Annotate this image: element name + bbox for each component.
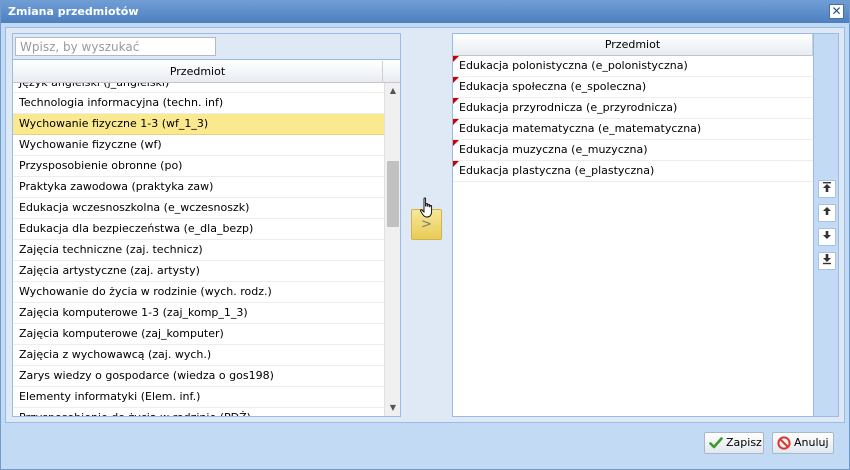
list-item[interactable]: Praktyka zawodowa (praktyka zaw)	[13, 177, 384, 198]
move-top-icon	[823, 182, 831, 192]
assigned-list-item-label: Edukacja polonistyczna (e_polonistyczna)	[459, 59, 688, 72]
move-up-icon	[823, 207, 831, 215]
scroll-down-arrow-icon[interactable]: ▼	[385, 400, 401, 416]
list-item[interactable]: Przysposobienie do życia w rodzinie (PDŻ…	[13, 408, 384, 416]
list-item-label: Edukacja dla bezpieczeństwa (e_dla_bezp)	[19, 222, 254, 235]
assigned-subjects-list: Edukacja polonistyczna (e_polonistyczna)…	[453, 56, 813, 182]
assigned-list-item-label: Edukacja społeczna (e_spoleczna)	[459, 80, 647, 93]
search-toolbar	[13, 34, 400, 60]
modified-marker-icon	[453, 98, 459, 104]
available-subjects-panel: Przedmiot Język angielski (j_angielski) …	[12, 33, 401, 417]
list-item-label: Praktyka zawodowa (praktyka zaw)	[19, 180, 214, 193]
list-item[interactable]: Zajęcia techniczne (zaj. technicz)	[13, 240, 384, 261]
move-up-button[interactable]	[818, 204, 836, 222]
assigned-subjects-panel: Przedmiot Edukacja polonistyczna (e_polo…	[452, 33, 839, 417]
list-item[interactable]: Język angielski (j_angielski)	[13, 83, 384, 93]
list-item[interactable]: Zarys wiedzy o gospodarce (wiedza o gos1…	[13, 366, 384, 387]
move-down-icon	[823, 231, 831, 239]
list-item-label: Zajęcia techniczne (zaj. technicz)	[19, 243, 203, 256]
list-item[interactable]: Przysposobienie obronne (po)	[13, 156, 384, 177]
assigned-list-item[interactable]: Edukacja polonistyczna (e_polonistyczna)	[453, 56, 813, 77]
cancel-button[interactable]: Anuluj	[772, 432, 834, 454]
list-item[interactable]: Zajęcia komputerowe (zaj_komputer)	[13, 324, 384, 345]
assigned-list-item[interactable]: Edukacja muzyczna (e_muzyczna)	[453, 140, 813, 161]
dialog-body: Przedmiot Język angielski (j_angielski) …	[5, 27, 845, 423]
assigned-subjects-header[interactable]: Przedmiot	[453, 34, 813, 56]
move-down-button[interactable]	[818, 228, 836, 246]
list-item-label: Zajęcia komputerowe 1-3 (zaj_komp_1_3)	[19, 306, 248, 319]
list-item[interactable]: Elementy informatyki (Elem. inf.)	[13, 387, 384, 408]
assigned-list-item-label: Edukacja plastyczna (e_plastyczna)	[459, 164, 655, 177]
dialog-window: Zmiana przedmiotów ✕ Przedmiot Język ang…	[0, 0, 850, 470]
list-item-label: Wychowanie do życia w rodzinie (wych. ro…	[19, 285, 272, 298]
assigned-list-item-label: Edukacja przyrodnicza (e_przyrodnicza)	[459, 101, 678, 114]
list-item-label: Zarys wiedzy o gospodarce (wiedza o gos1…	[19, 369, 274, 382]
list-item-label: Technologia informacyjna (techn. inf)	[19, 96, 224, 109]
move-bottom-button[interactable]	[818, 252, 836, 270]
assigned-list-item[interactable]: Edukacja matematyczna (e_matematyczna)	[453, 119, 813, 140]
close-button[interactable]: ✕	[829, 4, 844, 19]
hand-cursor-icon	[420, 197, 433, 218]
list-item[interactable]: Technologia informacyjna (techn. inf)	[13, 93, 384, 114]
list-item-label: Elementy informatyki (Elem. inf.)	[19, 390, 201, 403]
list-item-label: Zajęcia z wychowawcą (zaj. wych.)	[19, 348, 212, 361]
available-subjects-header[interactable]: Przedmiot	[13, 61, 383, 83]
list-item-label: Wychowanie fizyczne 1-3 (wf_1_3)	[19, 117, 209, 130]
assigned-list-item-label: Edukacja matematyczna (e_matematyczna)	[459, 122, 702, 135]
search-input[interactable]	[15, 37, 216, 56]
order-toolbar	[813, 34, 838, 416]
cancel-icon	[777, 436, 791, 450]
list-item[interactable]: Wychowanie fizyczne (wf)	[13, 135, 384, 156]
save-button[interactable]: Zapisz	[704, 432, 764, 454]
modified-marker-icon	[453, 161, 459, 167]
assigned-list-item[interactable]: Edukacja społeczna (e_spoleczna)	[453, 77, 813, 98]
modified-marker-icon	[453, 56, 459, 62]
move-right-arrow-icon: >	[421, 217, 432, 232]
modified-marker-icon	[453, 77, 459, 83]
list-item-label: Zajęcia artystyczne (zaj. artysty)	[19, 264, 200, 277]
list-item-label: Edukacja wczesnoszkolna (e_wczesnoszk)	[19, 201, 250, 214]
list-item[interactable]: Wychowanie do życia w rodzinie (wych. ro…	[13, 282, 384, 303]
assigned-list-item[interactable]: Edukacja przyrodnicza (e_przyrodnicza)	[453, 98, 813, 119]
header-scroll-spacer	[383, 61, 400, 83]
scroll-up-arrow-icon[interactable]: ▲	[385, 83, 401, 99]
list-item[interactable]: Zajęcia komputerowe 1-3 (zaj_komp_1_3)	[13, 303, 384, 324]
checkmark-icon	[709, 437, 723, 449]
list-item-label: Wychowanie fizyczne (wf)	[19, 138, 162, 151]
list-item-label: Przysposobienie do życia w rodzinie (PDŻ…	[19, 411, 251, 416]
scroll-thumb[interactable]	[387, 161, 399, 227]
titlebar: Zmiana przedmiotów ✕	[1, 1, 849, 23]
list-item-label: Język angielski (j_angielski)	[19, 83, 384, 91]
move-top-button[interactable]	[818, 180, 836, 198]
list-item[interactable]: Wychowanie fizyczne 1-3 (wf_1_3)	[13, 114, 384, 135]
assigned-list-item[interactable]: Edukacja plastyczna (e_plastyczna)	[453, 161, 813, 182]
list-item[interactable]: Zajęcia z wychowawcą (zaj. wych.)	[13, 345, 384, 366]
cancel-button-label: Anuluj	[794, 436, 829, 449]
list-item-label: Zajęcia komputerowe (zaj_komputer)	[19, 327, 224, 340]
move-bottom-icon	[823, 254, 831, 265]
list-item-label: Przysposobienie obronne (po)	[19, 159, 183, 172]
modified-marker-icon	[453, 140, 459, 146]
window-title: Zmiana przedmiotów	[8, 5, 139, 18]
list-item[interactable]: Edukacja dla bezpieczeństwa (e_dla_bezp)	[13, 219, 384, 240]
available-subjects-list: Język angielski (j_angielski) Technologi…	[13, 83, 384, 416]
save-button-label: Zapisz	[726, 436, 762, 449]
list-item[interactable]: Edukacja wczesnoszkolna (e_wczesnoszk)	[13, 198, 384, 219]
close-icon: ✕	[831, 4, 842, 18]
modified-marker-icon	[453, 119, 459, 125]
list-item[interactable]: Zajęcia artystyczne (zaj. artysty)	[13, 261, 384, 282]
assigned-list-item-label: Edukacja muzyczna (e_muzyczna)	[459, 143, 648, 156]
list-scrollbar[interactable]: ▲ ▼	[384, 83, 400, 416]
